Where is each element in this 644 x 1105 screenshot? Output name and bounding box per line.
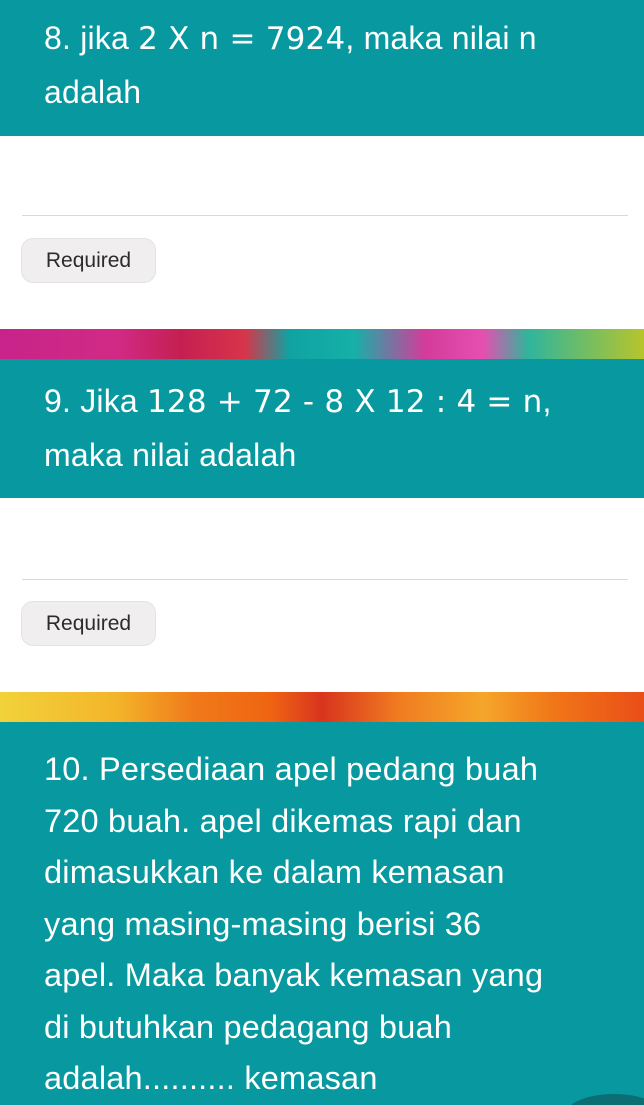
question-9-answer-input[interactable]	[22, 579, 628, 580]
question-9-required-badge: Required	[21, 601, 156, 646]
question-8-text-after: , maka nilai n	[345, 20, 537, 56]
question-9-number: 9.	[44, 383, 72, 419]
question-8-line-1: 8. jika 2 X n = 7924, maka nilai n	[44, 12, 624, 66]
question-8-answer-area: Required	[0, 136, 644, 329]
question-9-header: 9. Jika 128 + 72 - 8 X 12 : 4 = n, maka …	[0, 359, 644, 498]
question-10-text-1: Persediaan apel pedang buah	[99, 751, 539, 787]
decorative-band-2	[0, 692, 644, 722]
question-10-line-1: 10. Persediaan apel pedang buah	[44, 744, 624, 796]
question-9-math: 128 + 72 - 8 X 12 : 4 = n	[146, 384, 543, 420]
question-9-text-before: Jika	[80, 383, 147, 419]
question-10-header: 10. Persediaan apel pedang buah 720 buah…	[0, 722, 644, 1105]
question-9-text-after: ,	[542, 383, 552, 419]
question-8-header: 8. jika 2 X n = 7924, maka nilai n adala…	[0, 0, 644, 136]
question-8-text-before: jika	[80, 20, 139, 56]
question-8-number: 8.	[44, 20, 72, 56]
question-10-line-5: apel. Maka banyak kemasan yang	[44, 957, 544, 993]
question-8-line-2: adalah	[44, 74, 142, 110]
decorative-band-1	[0, 329, 644, 359]
question-10-line-3: dimasukkan ke dalam kemasan	[44, 854, 505, 890]
question-10-line-6: di butuhkan pedagang buah	[44, 1008, 453, 1045]
question-10-line-2: 720 buah. apel dikemas rapi dan	[44, 802, 522, 839]
question-10-line-4: yang masing-masing berisi 36	[44, 905, 482, 942]
question-8-answer-input[interactable]	[22, 215, 628, 216]
question-10-line-7: adalah.......... kemasan	[44, 1060, 378, 1096]
question-8-required-badge: Required	[21, 238, 156, 283]
question-9-line-2: maka nilai adalah	[44, 437, 297, 473]
question-9-line-1: 9. Jika 128 + 72 - 8 X 12 : 4 = n,	[44, 375, 624, 429]
question-10-number: 10.	[44, 751, 90, 787]
question-8-math: 2 X n = 7924	[138, 21, 346, 57]
question-9-answer-area: Required	[0, 498, 644, 692]
